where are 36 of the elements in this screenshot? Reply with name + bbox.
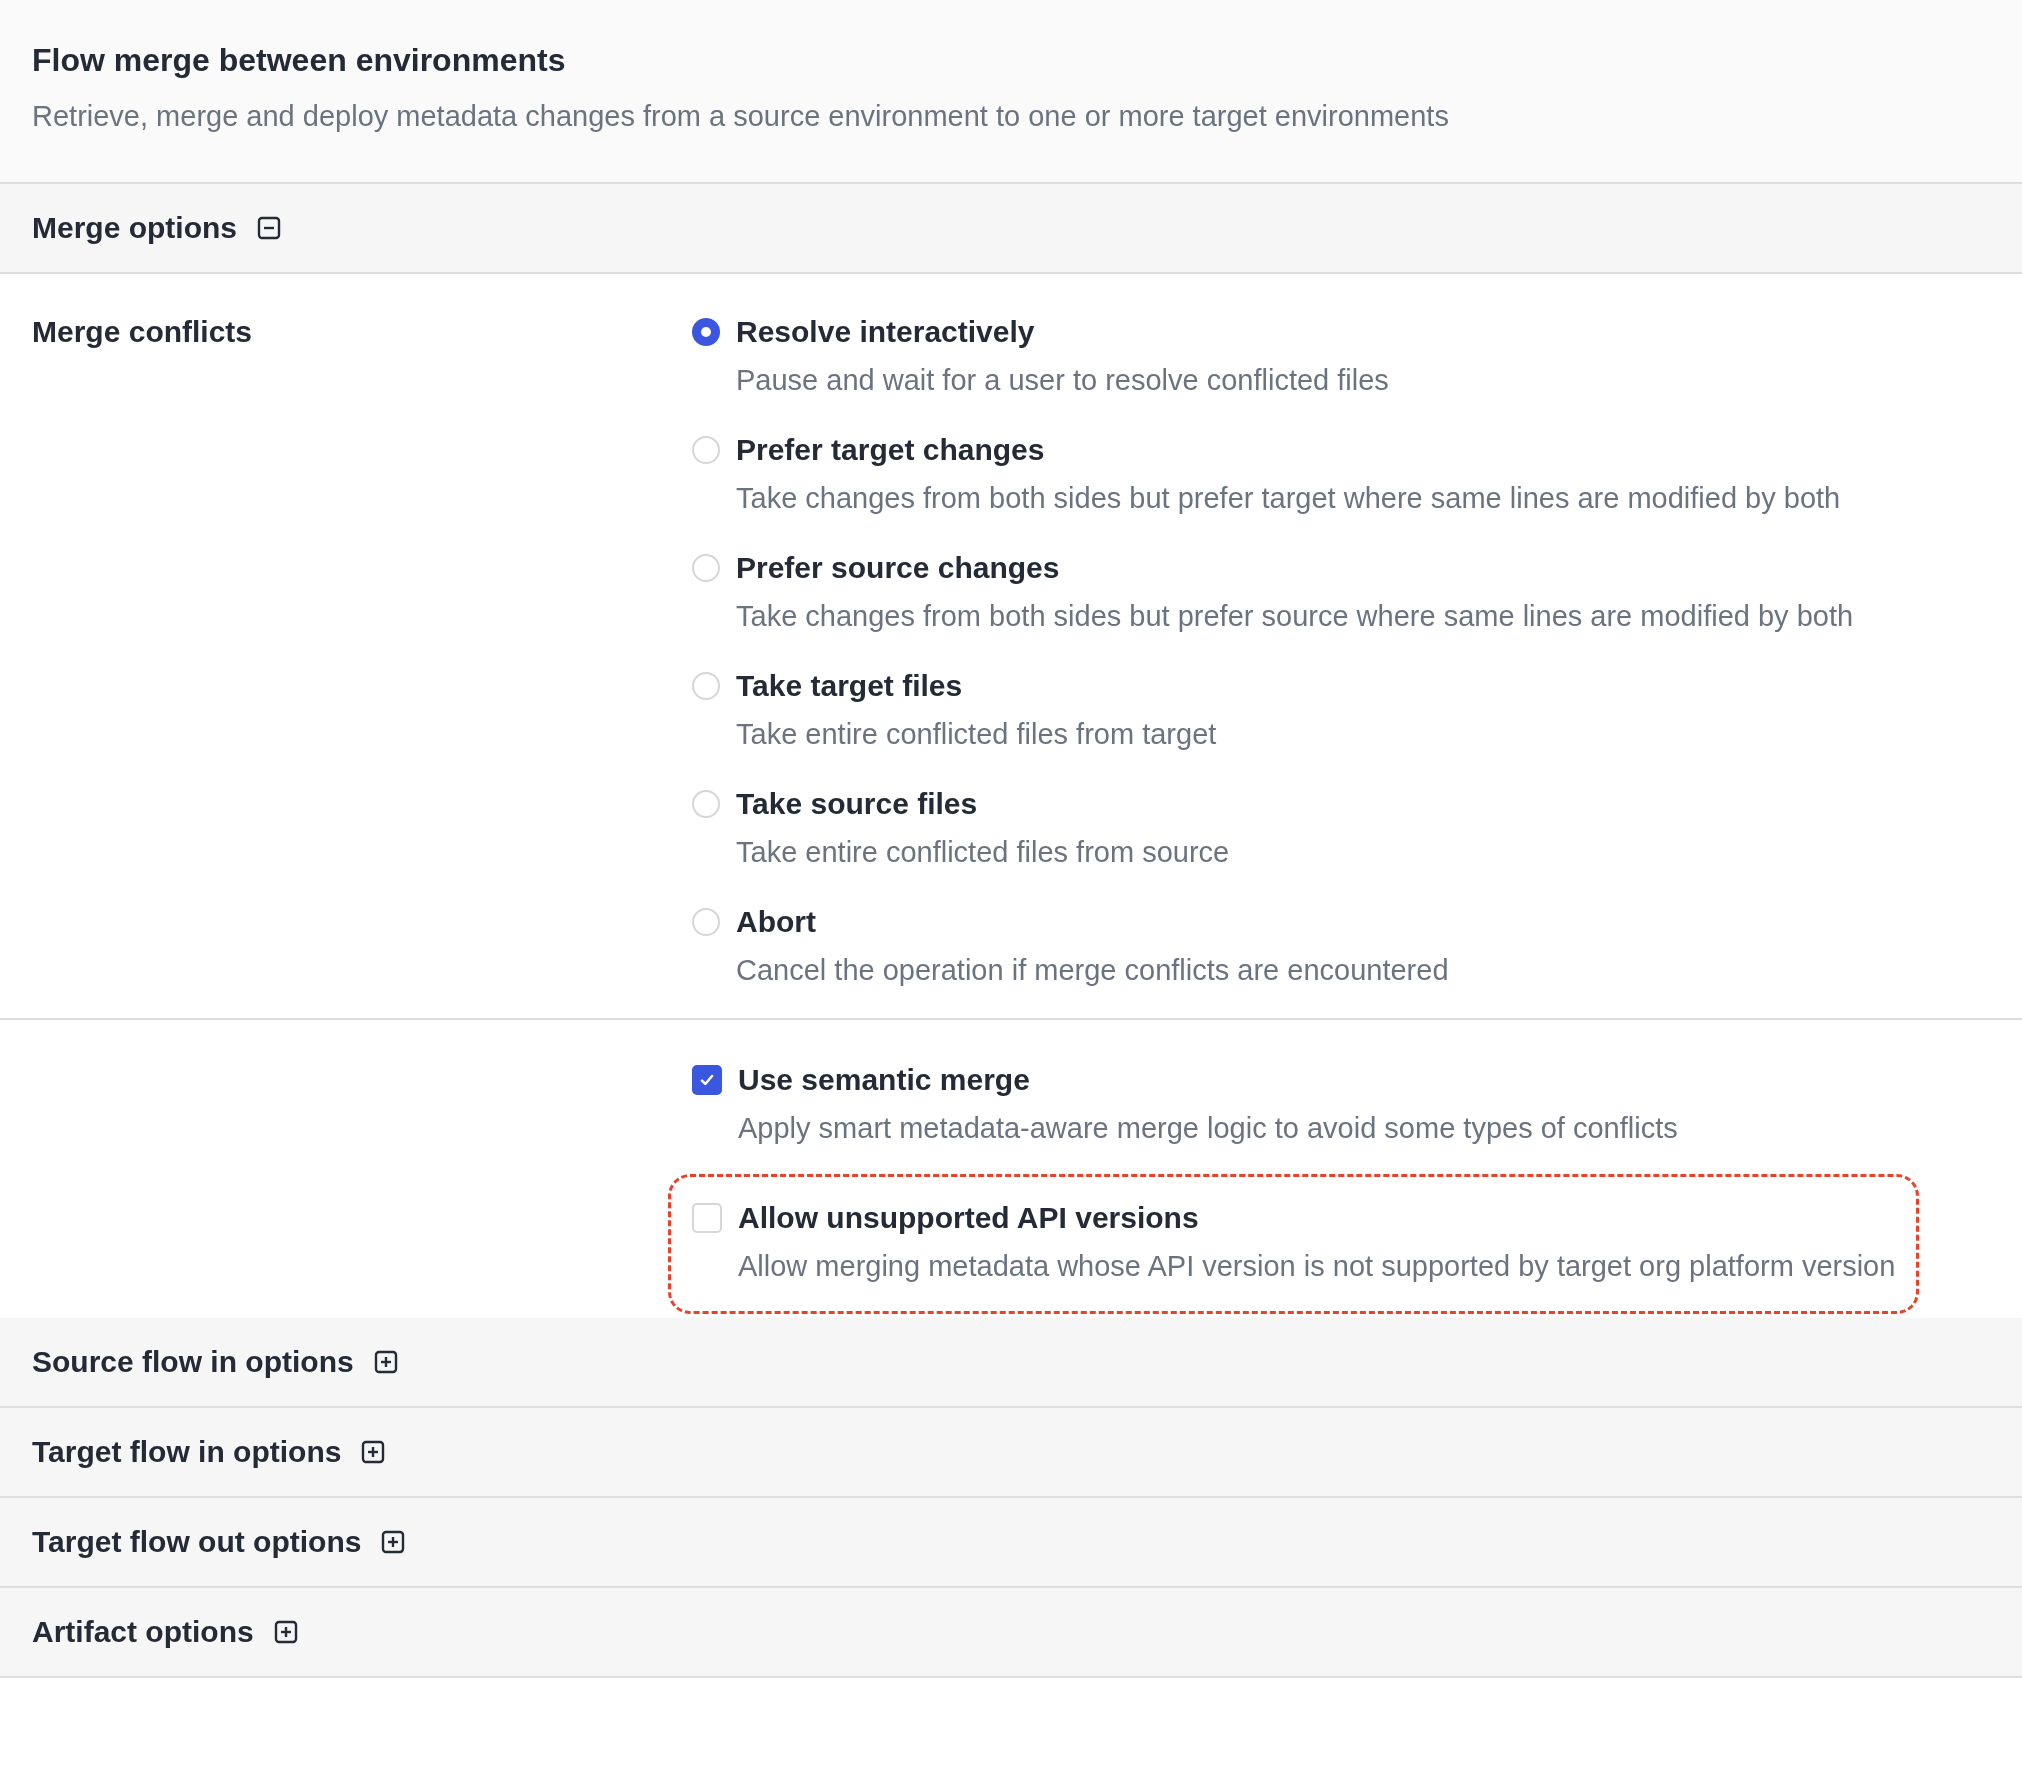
page-title: Flow merge between environments <box>32 41 567 80</box>
option-description: Take changes from both sides but prefer source where same lines are modified by both <box>736 599 1854 634</box>
option-label: Take target files <box>736 668 964 704</box>
option-label: Prefer source changes <box>736 550 1061 586</box>
page-subtitle: Retrieve, merge and deploy metadata changes from a source environment to one or more target environments <box>32 99 1450 134</box>
option-description: Take entire conflicted files from target <box>736 717 1217 752</box>
radio-button[interactable] <box>692 318 720 346</box>
section-header[interactable]: Source flow in options <box>0 1318 2022 1408</box>
expand-icon[interactable] <box>361 1440 386 1464</box>
section-header[interactable]: Merge options <box>0 184 2022 274</box>
option-description: Cancel the operation if merge conflicts are encountered <box>736 953 1449 988</box>
option-label: Allow unsupported API versions <box>738 1200 1200 1236</box>
option-description: Pause and wait for a user to resolve conflicted files <box>736 363 1389 398</box>
expand-icon[interactable] <box>381 1530 406 1554</box>
section-title: Target flow out options <box>32 1525 362 1559</box>
option-description: Allow merging metadata whose API version is not supported by target org platform version <box>738 1249 1896 1284</box>
option-label: Abort <box>736 904 817 940</box>
section-title: Merge options <box>32 211 237 245</box>
option-label: Take source files <box>736 786 979 822</box>
option-description: Take entire conflicted files from source <box>736 835 1230 870</box>
collapse-icon[interactable] <box>257 216 281 240</box>
expand-icon[interactable] <box>373 1350 398 1374</box>
section-title: Artifact options <box>32 1615 254 1649</box>
section-title: Target flow in options <box>32 1435 342 1469</box>
expand-icon[interactable] <box>273 1620 298 1644</box>
field-label: Merge conflicts <box>32 315 253 348</box>
option-label: Resolve interactively <box>736 314 1036 350</box>
option-description: Apply smart metadata-aware merge logic to avoid some types of conflicts <box>738 1111 1678 1146</box>
checkbox[interactable] <box>692 1065 722 1095</box>
option-label: Use semantic merge <box>738 1062 1031 1098</box>
section-header[interactable]: Artifact options <box>0 1588 2022 1678</box>
option-label: Prefer target changes <box>736 432 1046 468</box>
option-description: Take changes from both sides but prefer target where same lines are modified by both <box>736 481 1841 516</box>
section-header[interactable]: Target flow out options <box>0 1498 2022 1588</box>
section-title: Source flow in options <box>32 1345 354 1379</box>
section-header[interactable]: Target flow in options <box>0 1408 2022 1498</box>
